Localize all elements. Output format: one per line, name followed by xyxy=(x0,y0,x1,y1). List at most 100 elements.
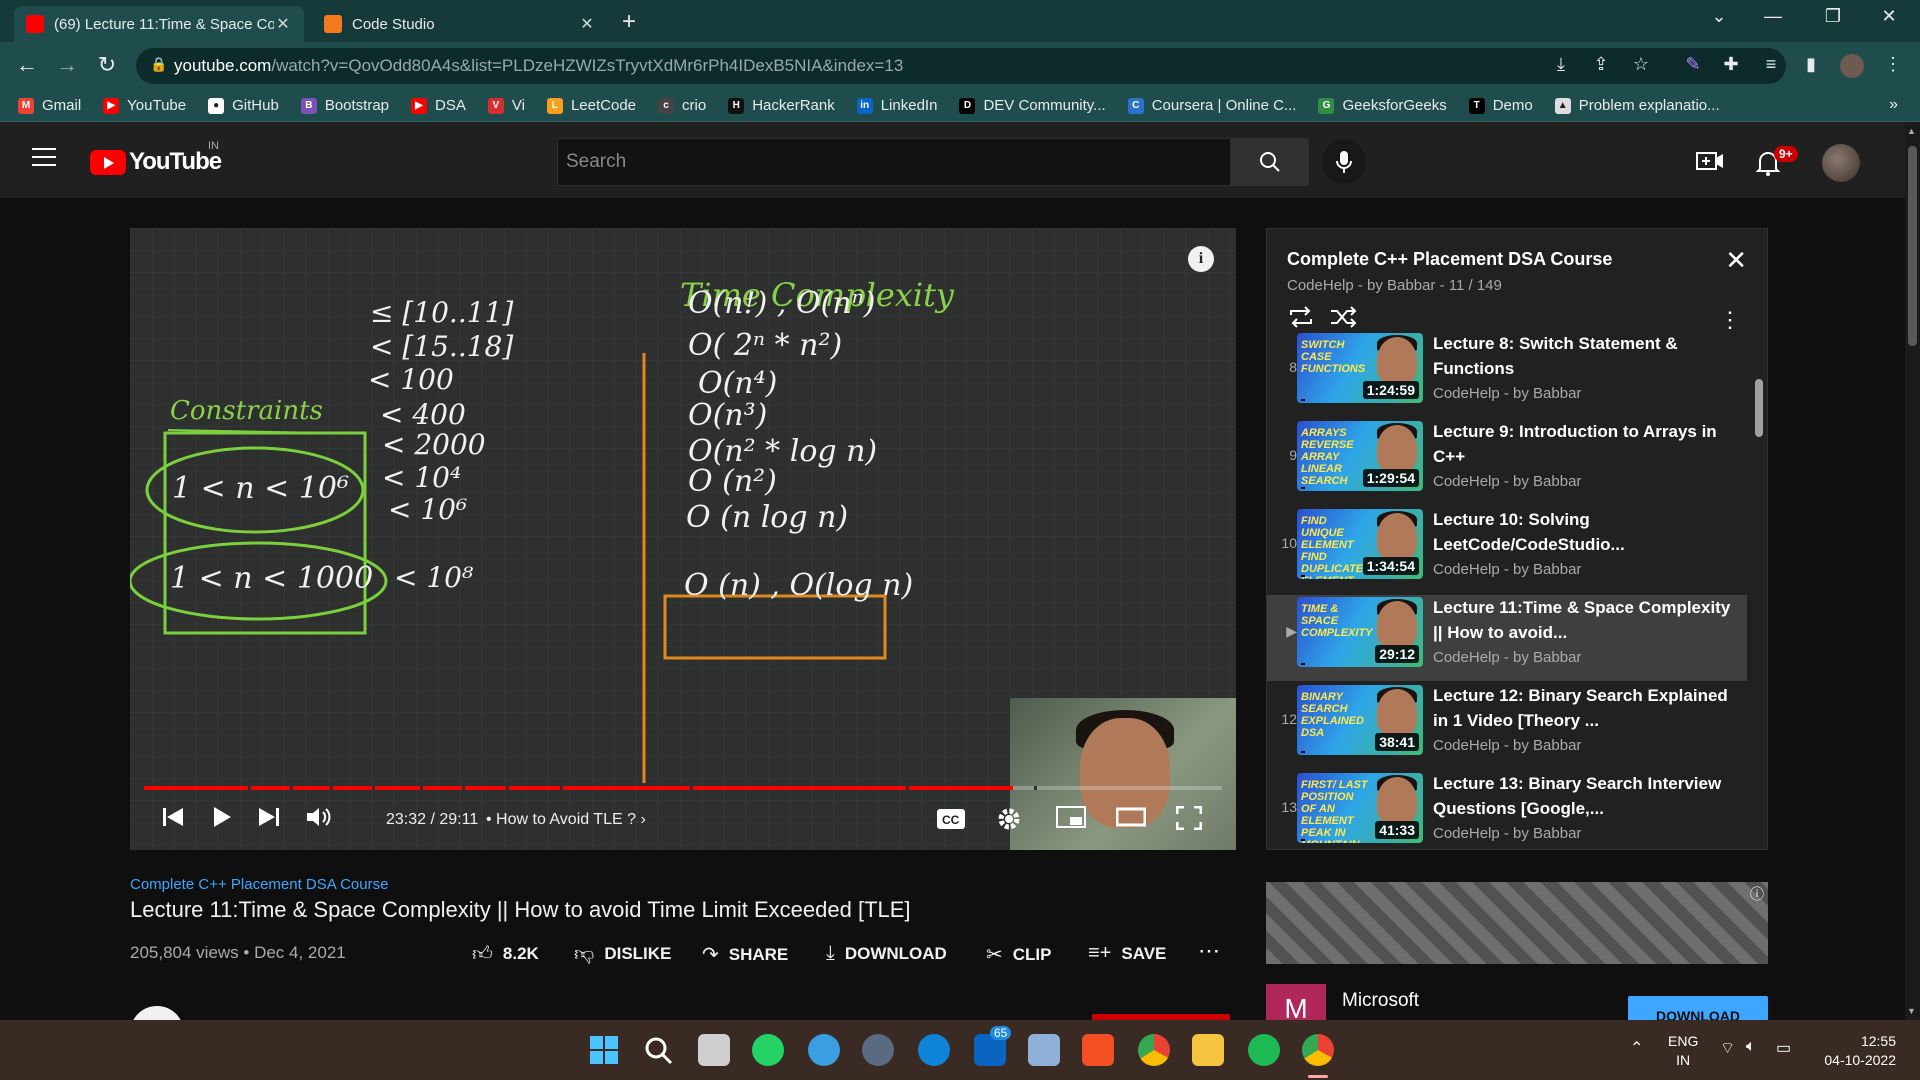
info-icon[interactable]: i xyxy=(1188,246,1214,272)
theater-mode-icon[interactable] xyxy=(1115,806,1147,834)
account-avatar[interactable] xyxy=(1822,144,1860,182)
restore-icon[interactable]: ❐ xyxy=(1810,6,1856,27)
address-bar[interactable]: 🔒 youtube.com/watch?v=QovOdd80A4s&list=P… xyxy=(136,48,1786,84)
advertiser-logo[interactable]: M xyxy=(1266,984,1326,1024)
scroll-thumb[interactable] xyxy=(1908,146,1917,346)
youtube-logo[interactable]: YouTube IN xyxy=(90,140,222,176)
bookmark-hackerrank[interactable]: H HackerRank xyxy=(728,97,835,114)
start-windows-icon[interactable] xyxy=(588,1034,620,1066)
search-button[interactable] xyxy=(1231,138,1309,186)
chapter-title[interactable]: • How to Avoid TLE ? › xyxy=(486,811,646,829)
side-panel-icon[interactable]: ▮ xyxy=(1798,54,1824,75)
share-button[interactable]: ↷ SHARE xyxy=(702,942,788,967)
profile-avatar[interactable] xyxy=(1840,54,1864,78)
bookmark-geeksforgeeks[interactable]: G GeeksforGeeks xyxy=(1318,97,1447,114)
share-page-icon[interactable]: ⇪ xyxy=(1588,54,1614,75)
playlist-scrollbar[interactable] xyxy=(1755,379,1763,437)
extensions-puzzle-icon[interactable]: ✚ xyxy=(1718,54,1744,75)
next-icon[interactable] xyxy=(258,806,280,834)
video-thumbnail[interactable]: FIND UNIQUE ELEMENT FIND DUPLICATE ELEME… xyxy=(1297,509,1423,579)
bookmark-gmail[interactable]: M Gmail xyxy=(18,97,81,114)
bookmark-crio[interactable]: c crio xyxy=(658,97,706,114)
task-view-icon[interactable] xyxy=(698,1034,730,1066)
wifi-icon[interactable]: ⌔ xyxy=(1720,1038,1735,1058)
more-actions-icon[interactable]: ⋯ xyxy=(1198,938,1220,964)
video-thumbnail[interactable]: ARRAYS REVERSE ARRAY LINEAR SEARCH 1:29:5… xyxy=(1297,421,1423,491)
playlist-item[interactable]: 12 BINARY SEARCH EXPLAINED DSA 38:41 Lectur… xyxy=(1267,683,1747,769)
ad-info-icon[interactable]: ⓘ xyxy=(1750,884,1764,904)
search-icon[interactable] xyxy=(642,1034,674,1066)
previous-icon[interactable] xyxy=(162,806,184,834)
close-window-icon[interactable]: ✕ xyxy=(1866,6,1912,27)
play-icon[interactable] xyxy=(212,806,232,834)
scroll-down-icon[interactable]: ▼ xyxy=(1907,1006,1916,1016)
media-control-icon[interactable]: ≡ xyxy=(1758,54,1784,75)
clip-button[interactable]: ✂ CLIP xyxy=(986,942,1052,967)
chrome-menu-icon[interactable]: ⋮ xyxy=(1880,54,1906,75)
system-clock[interactable]: 12:55 04-10-2022 xyxy=(1812,1032,1896,1070)
download-app-icon[interactable]: ⤓ xyxy=(1548,54,1574,75)
scroll-up-icon[interactable]: ▲ xyxy=(1907,126,1916,136)
bookmark-star-icon[interactable]: ☆ xyxy=(1628,54,1654,75)
ad-banner-image[interactable] xyxy=(1266,882,1768,964)
photos-icon[interactable] xyxy=(1028,1034,1060,1066)
bookmark-demo[interactable]: T Demo xyxy=(1468,97,1533,114)
subtitles-icon[interactable]: CC xyxy=(936,808,966,836)
fullscreen-icon[interactable] xyxy=(1175,805,1203,836)
bookmark-leetcode[interactable]: L LeetCode xyxy=(546,97,636,114)
playlist-title[interactable]: Complete C++ Placement DSA Course xyxy=(1287,249,1612,270)
like-button[interactable]: 👍︎ 8.2K xyxy=(472,942,539,966)
bookmark-vi[interactable]: V Vi xyxy=(487,97,525,114)
back-icon[interactable]: ← xyxy=(12,52,42,78)
tab-youtube[interactable]: (69) Lecture 11:Time & Space Co ✕ xyxy=(14,6,304,42)
volume-icon[interactable] xyxy=(306,806,332,834)
create-video-icon[interactable] xyxy=(1696,150,1724,178)
voice-search-button[interactable] xyxy=(1322,140,1366,184)
spotify-icon[interactable] xyxy=(1248,1034,1280,1066)
reload-icon[interactable]: ↻ xyxy=(92,52,122,78)
video-thumbnail[interactable]: TIME & SPACE COMPLEXITY 29:12 xyxy=(1297,597,1423,667)
bookmark-linkedin[interactable]: in LinkedIn xyxy=(856,97,937,114)
bookmark-dsa[interactable]: ▶ DSA xyxy=(411,97,466,114)
bookmark-problem-explanatio[interactable]: ▲ Problem explanatio... xyxy=(1554,97,1720,114)
search-input[interactable]: Search xyxy=(557,138,1231,186)
microsoft-store-icon[interactable] xyxy=(1082,1034,1114,1066)
download-button[interactable]: ⤓ DOWNLOAD xyxy=(826,942,947,965)
video-player[interactable]: Time Complexity Constraints 1 < n < 10⁶ … xyxy=(130,228,1236,850)
video-thumbnail[interactable]: FIRST/ LAST POSITION OF AN ELEMENT PEAK … xyxy=(1297,773,1423,843)
minimize-icon[interactable]: — xyxy=(1750,6,1796,27)
battery-icon[interactable]: ▭ xyxy=(1776,1038,1791,1058)
dislike-button[interactable]: 👎︎ DISLIKE xyxy=(574,942,671,966)
mail-icon[interactable]: 65 xyxy=(974,1026,1012,1066)
menu-icon[interactable] xyxy=(32,148,56,172)
chrome-active-icon[interactable] xyxy=(1302,1034,1334,1066)
playlist-item[interactable]: 8 SWITCH CASE FUNCTIONS 1:24:59 Lecture 8: … xyxy=(1267,331,1747,417)
speaker-icon[interactable]: 🔈︎ xyxy=(1746,1038,1756,1056)
close-icon[interactable]: ✕ xyxy=(1725,245,1747,276)
miniplayer-icon[interactable] xyxy=(1056,806,1086,834)
bookmark-youtube[interactable]: ▶ YouTube xyxy=(103,97,186,114)
playlist-item[interactable]: 9 ARRAYS REVERSE ARRAY LINEAR SEARCH 1:29:… xyxy=(1267,419,1747,505)
edge-browser-icon[interactable] xyxy=(918,1034,950,1066)
chrome-icon[interactable] xyxy=(1138,1034,1170,1066)
whatsapp-icon[interactable] xyxy=(752,1034,784,1066)
bookmark-bootstrap[interactable]: B Bootstrap xyxy=(300,97,389,114)
save-button[interactable]: ≡+ SAVE xyxy=(1088,942,1166,965)
new-tab-icon[interactable]: + xyxy=(622,8,636,36)
bookmarks-overflow-icon[interactable]: » xyxy=(1889,96,1898,114)
extension-pen-icon[interactable]: ✎ xyxy=(1680,54,1706,75)
language-indicator[interactable]: ENG IN xyxy=(1668,1032,1698,1070)
close-icon[interactable]: ✕ xyxy=(274,14,292,34)
close-icon[interactable]: ✕ xyxy=(578,14,596,34)
bookmark-github[interactable]: ● GitHub xyxy=(208,97,279,114)
advertiser-name[interactable]: Microsoft xyxy=(1342,990,1419,1012)
tab-code-studio[interactable]: Code Studio ✕ xyxy=(312,6,608,42)
bookmark-coursera-online-c[interactable]: C Coursera | Online C... xyxy=(1127,97,1296,114)
chevron-up-icon[interactable]: ⌃ xyxy=(1630,1038,1643,1058)
playlist-link[interactable]: Complete C++ Placement DSA Course xyxy=(130,876,388,893)
playlist-item[interactable]: 10FIND UNIQUE ELEMENT FIND DUPLICATE ELE… xyxy=(1267,507,1747,593)
weather-widget-icon[interactable] xyxy=(808,1034,840,1066)
video-thumbnail[interactable]: SWITCH CASE FUNCTIONS 1:24:59 xyxy=(1297,333,1423,403)
page-scrollbar[interactable]: ▲ ▼ xyxy=(1905,122,1920,1020)
playlist-menu-icon[interactable]: ⋮ xyxy=(1719,307,1741,333)
